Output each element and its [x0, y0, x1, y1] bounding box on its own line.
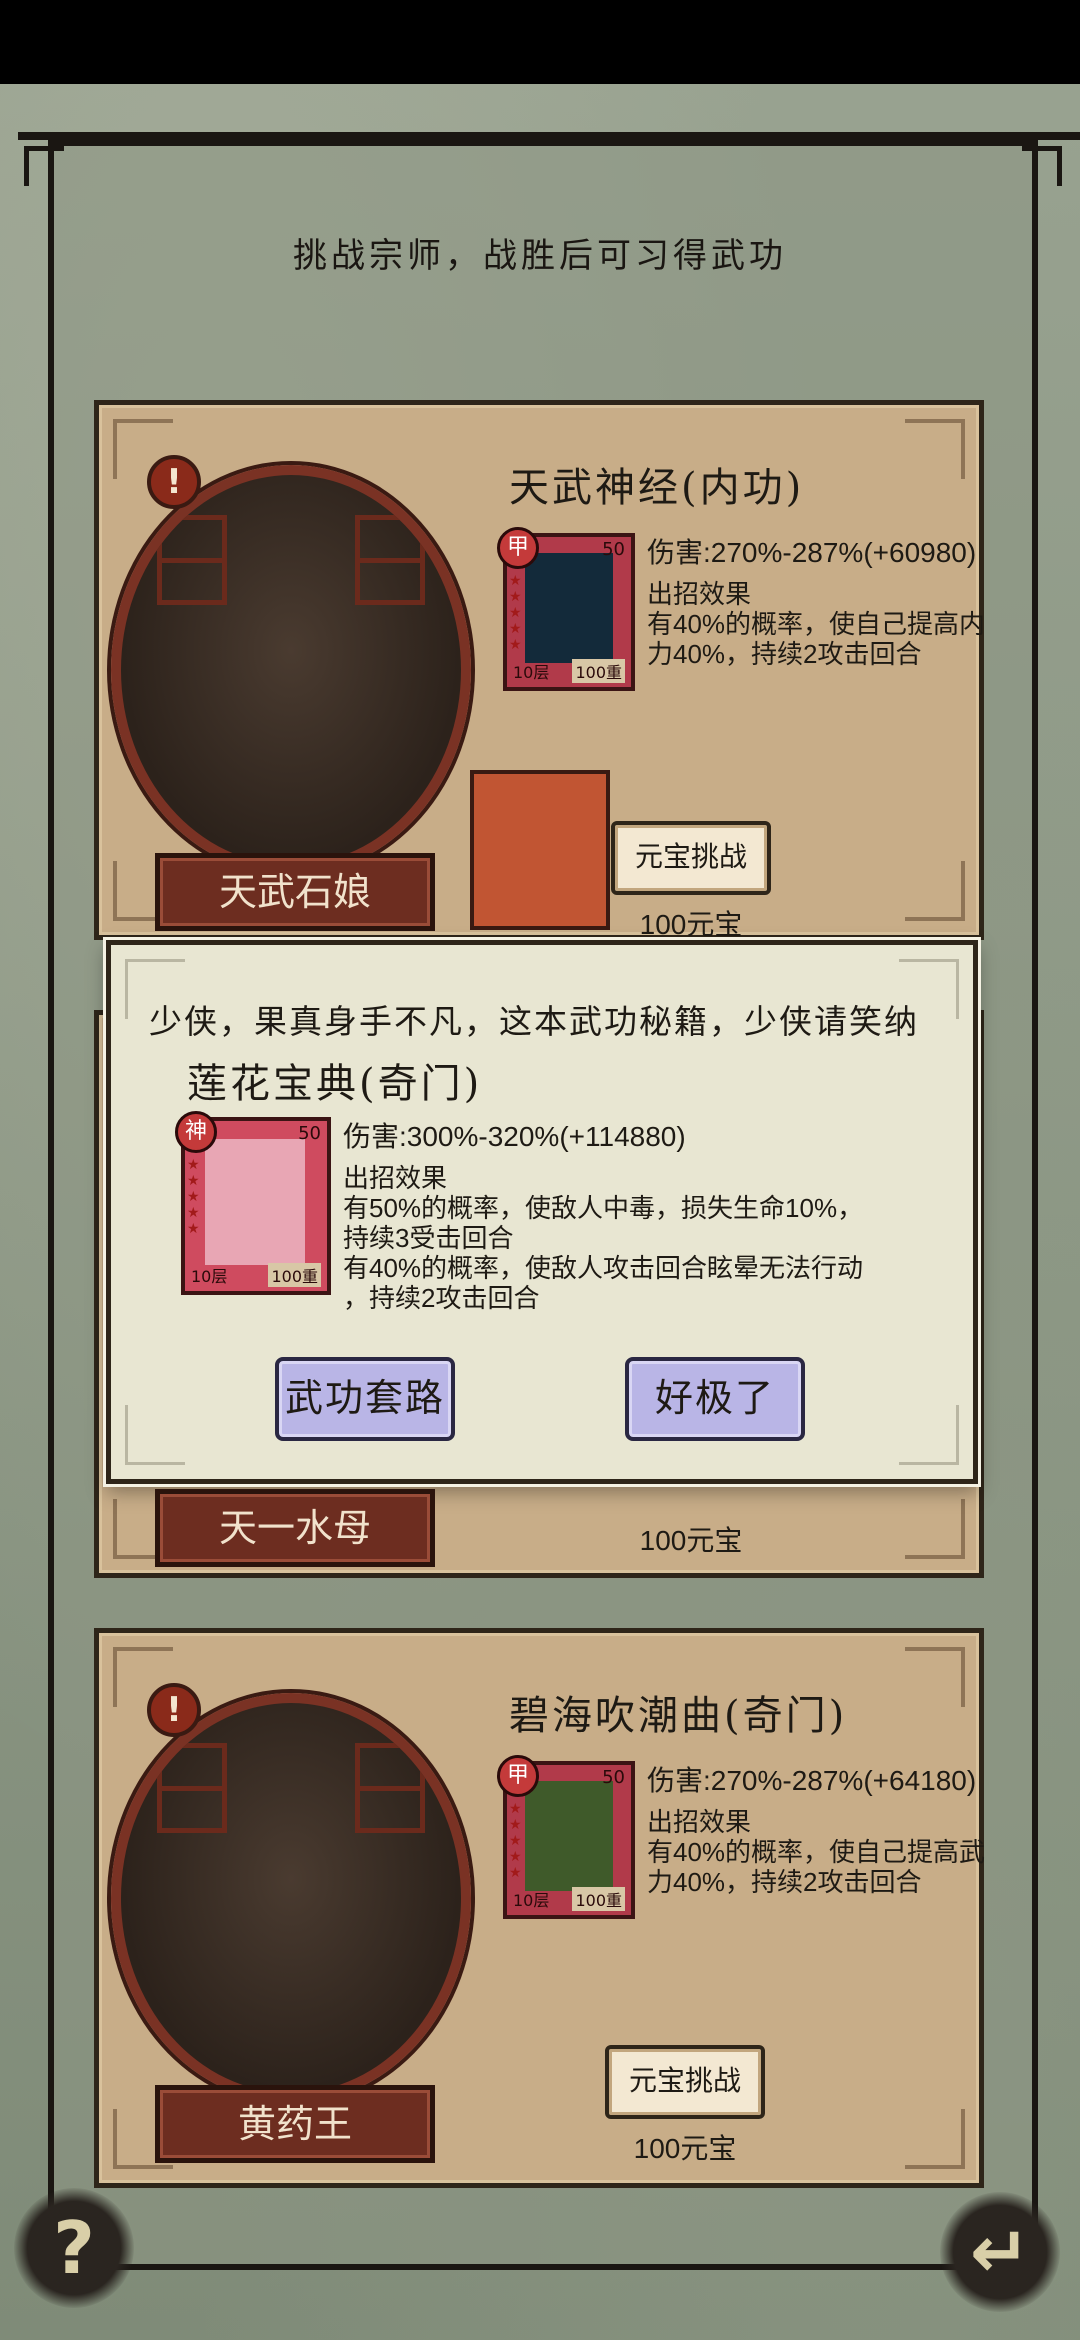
skill-art: [205, 1139, 305, 1265]
skill-info: 伤害:270%-287%(+60980) 出招效果 有40%的概率，使自己提高内…: [647, 531, 987, 669]
master-card: ! 黄药王 碧海吹潮曲(奇门) 甲 ★ ★ ★ ★ ★ 50 10层 100重 伤害:2…: [94, 1628, 987, 2188]
skill-level: 50: [602, 539, 625, 560]
skill-info: 伤害:270%-287%(+64180) 出招效果 有40%的概率，使自己提高武…: [647, 1759, 987, 1897]
skill-weight: 100重: [572, 1887, 625, 1911]
alert-icon[interactable]: !: [147, 455, 201, 509]
skill-damage: 伤害:270%-287%(+64180): [647, 1765, 977, 1796]
master-name: 天武石娘: [155, 853, 435, 931]
reward-skill-card[interactable]: 神 ★ ★ ★ ★ ★ 50 10层 100重: [175, 1111, 331, 1295]
skill-level: 50: [298, 1123, 321, 1144]
frame-corner: [24, 146, 64, 186]
page-subtitle: 挑战宗师，战胜后可习得武功: [293, 236, 787, 276]
skill-weight: 100重: [268, 1263, 321, 1287]
master-portrait[interactable]: [111, 465, 471, 875]
skill-layers: 10层: [513, 663, 550, 682]
star-icon: ★ ★ ★ ★ ★: [509, 573, 522, 653]
ingot-challenge-button[interactable]: 元宝挑战: [611, 821, 771, 895]
challenge-price: 100元宝: [639, 1525, 743, 1556]
skill-title: 天武神经(内功): [509, 465, 805, 511]
reward-skill-info: 伤害:300%-320%(+114880) 出招效果 有50%的概率，使敌人中毒…: [343, 1115, 943, 1313]
return-arrow-icon[interactable]: ↵: [940, 2192, 1060, 2312]
dialog-message: 少侠，果真身手不凡，这本武功秘籍，少侠请笑纳: [149, 1002, 919, 1041]
effect-line: ，持续2攻击回合: [343, 1283, 540, 1313]
skill-level: 50: [602, 1767, 625, 1788]
alert-icon[interactable]: !: [147, 1683, 201, 1737]
star-icon: ★ ★ ★ ★ ★: [187, 1157, 200, 1237]
opponent-avatar[interactable]: [470, 770, 610, 930]
ingot-challenge-button[interactable]: 元宝挑战: [605, 2045, 765, 2119]
skill-grade: 神: [175, 1111, 217, 1153]
master-name: 天一水母: [155, 1489, 435, 1567]
skill-damage: 伤害:270%-287%(+60980): [647, 537, 977, 568]
frame-corner: [1022, 146, 1062, 186]
master-name: 黄药王: [155, 2085, 435, 2163]
effect-line: 有40%的概率，使敌人攻击回合眩晕无法行动: [343, 1253, 864, 1283]
effect-label: 出招效果: [647, 1807, 752, 1837]
status-bar: [0, 0, 1080, 84]
effect-label: 出招效果: [343, 1163, 448, 1193]
effect-line: 有50%的概率，使敌人中毒，损失生命10%，: [343, 1193, 864, 1223]
skill-grade: 甲: [497, 527, 539, 569]
help-icon[interactable]: ?: [14, 2188, 134, 2308]
reward-skill-title: 莲花宝典(奇门): [187, 1061, 483, 1107]
effect-description: 有40%的概率，使自己提高武力40%，持续2攻击回合: [647, 1837, 986, 1897]
challenge-price: 100元宝: [639, 909, 743, 940]
effect-label: 出招效果: [647, 579, 752, 609]
skill-art: [525, 1781, 613, 1891]
effect-line: 持续3受击回合: [343, 1223, 514, 1253]
martial-routine-button[interactable]: 武功套路: [275, 1357, 455, 1441]
effect-description: 有40%的概率，使自己提高内力40%，持续2攻击回合: [647, 609, 986, 669]
star-icon: ★ ★ ★ ★ ★: [509, 1801, 522, 1881]
skill-card[interactable]: 甲 ★ ★ ★ ★ ★ 50 10层 100重: [497, 1755, 635, 1919]
skill-damage: 伤害:300%-320%(+114880): [343, 1121, 686, 1152]
challenge-price: 100元宝: [633, 2133, 737, 2164]
skill-grade: 甲: [497, 1755, 539, 1797]
confirm-button[interactable]: 好极了: [625, 1357, 805, 1441]
skill-layers: 10层: [513, 1891, 550, 1910]
skill-title: 碧海吹潮曲(奇门): [509, 1693, 848, 1739]
master-portrait[interactable]: [111, 1693, 471, 2103]
reward-dialog: 少侠，果真身手不凡，这本武功秘籍，少侠请笑纳 莲花宝典(奇门) 神 ★ ★ ★ ★ ★ …: [106, 940, 978, 1484]
skill-weight: 100重: [572, 659, 625, 683]
skill-art: [525, 553, 613, 663]
skill-card[interactable]: 甲 ★ ★ ★ ★ ★ 50 10层 100重: [497, 527, 635, 691]
skill-layers: 10层: [191, 1267, 228, 1286]
